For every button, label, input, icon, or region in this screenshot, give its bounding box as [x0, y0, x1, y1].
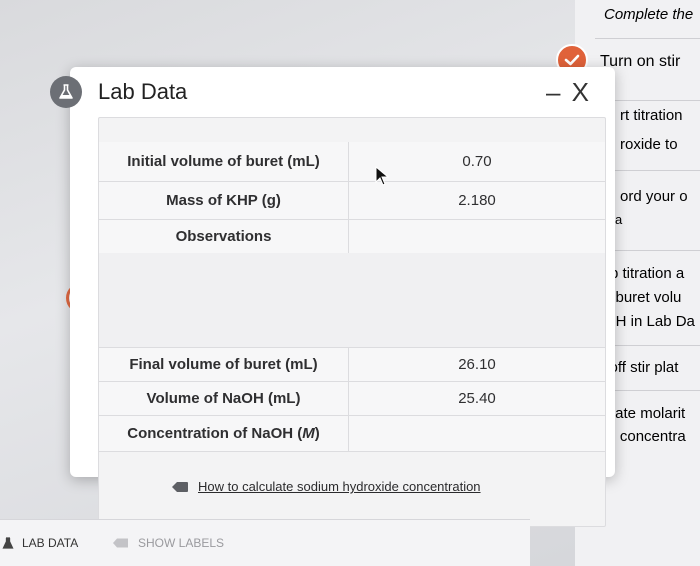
row-value[interactable]	[349, 416, 605, 451]
table-row: Observations	[99, 220, 605, 254]
row-label: Final volume of buret (mL)	[99, 348, 349, 381]
tag-icon	[172, 481, 188, 492]
row-value[interactable]: 25.40	[349, 382, 605, 415]
row-value[interactable]: 2.180	[349, 182, 605, 219]
lab-data-table: Initial volume of buret (mL) 0.70 Mass o…	[98, 117, 606, 527]
table-row: Mass of KHP (g) 2.180	[99, 182, 605, 220]
modal-title: Lab Data	[98, 79, 188, 104]
tag-icon	[113, 538, 128, 548]
flask-icon	[2, 537, 14, 549]
lab-data-modal: Lab Data – X Initial volume of buret (mL…	[50, 67, 615, 527]
flask-icon	[50, 76, 82, 108]
task-step[interactable]: ord your o	[620, 188, 688, 205]
show-labels-text[interactable]: SHOW LABELS	[138, 536, 224, 550]
lab-data-label[interactable]: LAB DATA	[22, 536, 78, 550]
table-row: Volume of NaOH (mL) 25.40	[99, 382, 605, 416]
concentration-label: Concentration of NaOH (	[127, 425, 303, 442]
row-label: Concentration of NaOH (M)	[99, 416, 349, 451]
concentration-label-end: )	[314, 425, 320, 442]
mouse-cursor-icon	[375, 166, 389, 186]
task-step-heading: Complete the	[604, 6, 694, 23]
row-value[interactable]: 26.10	[349, 348, 605, 381]
lab-data-tab[interactable]: LAB DATA	[2, 536, 78, 550]
bottom-toolbar: LAB DATA SHOW LABELS	[0, 519, 530, 566]
task-step[interactable]: rt titration	[620, 107, 683, 124]
row-label: Mass of KHP (g)	[99, 182, 349, 219]
task-step[interactable]: p titration a	[610, 265, 684, 282]
task-step[interactable]: a	[615, 212, 622, 227]
row-value[interactable]	[349, 220, 605, 253]
row-label: Volume of NaOH (mL)	[99, 382, 349, 415]
observations-area[interactable]	[99, 253, 605, 348]
row-label: Initial volume of buret (mL)	[99, 142, 349, 181]
task-step[interactable]: roxide to	[620, 136, 678, 153]
modal-header: Lab Data – X	[50, 67, 615, 117]
how-to-link[interactable]: How to calculate sodium hydroxide concen…	[170, 479, 481, 494]
show-labels-toggle[interactable]: SHOW LABELS	[112, 536, 224, 550]
how-to-link-text[interactable]: How to calculate sodium hydroxide concen…	[198, 479, 481, 494]
task-step[interactable]: OH in Lab Da	[604, 313, 695, 330]
molarity-unit: M	[302, 425, 315, 442]
table-row: Concentration of NaOH (M)	[99, 416, 605, 452]
divider	[595, 38, 700, 39]
close-button[interactable]: – X	[546, 77, 591, 108]
table-row: Final volume of buret (mL) 26.10	[99, 348, 605, 382]
task-step[interactable]: l buret volu	[608, 289, 681, 306]
row-label: Observations	[99, 220, 349, 253]
table-row: Initial volume of buret (mL) 0.70	[99, 142, 605, 182]
